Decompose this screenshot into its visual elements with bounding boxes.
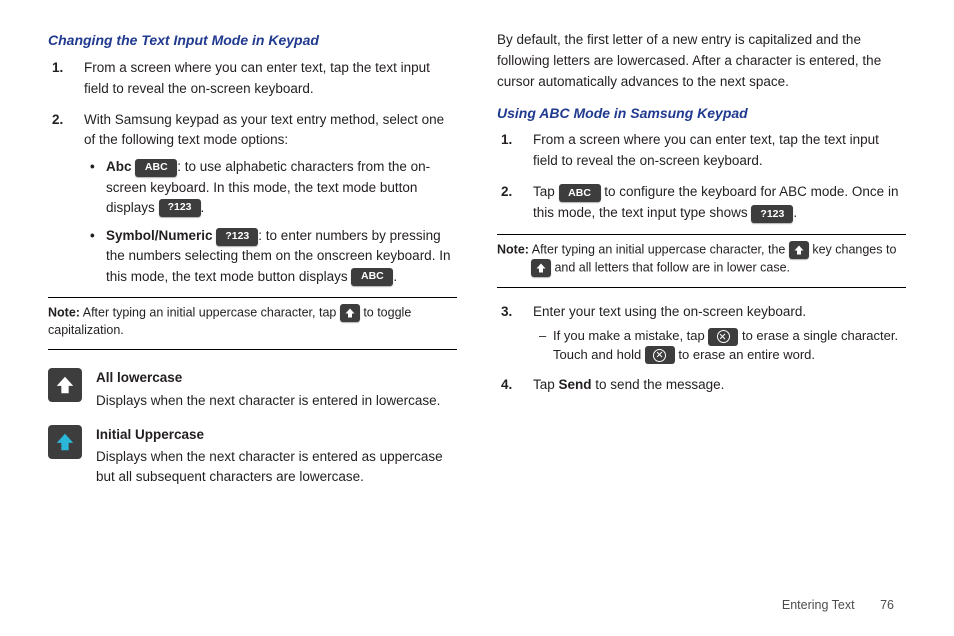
note-right-b: After typing an initial uppercase charac… [529,242,789,256]
shift-icon-small [340,304,360,322]
send-label: Send [559,377,592,392]
left-step-2: 2. With Samsung keypad as your text entr… [76,110,457,287]
note-right-d: and all letters that follow are in lower… [551,260,790,274]
rule-2 [48,349,457,350]
left-step-2-text: With Samsung keypad as your text entry m… [84,112,444,148]
note-label-r: Note: [497,242,529,256]
abc-label: Abc [106,159,132,174]
sub-c: to erase an entire word. [675,347,815,362]
note-right-c: key changes to [809,242,897,256]
all-lower-text: Displays when the next character is ente… [96,393,440,408]
abc-desc-2: . [201,200,205,215]
init-upper-text: Displays when the next character is ente… [96,449,443,484]
note-left: Note: After typing an initial uppercase … [48,302,457,342]
heading-change-mode: Changing the Text Input Mode in Keypad [48,30,457,52]
rule-4 [497,287,906,288]
footer-section: Entering Text [782,598,855,612]
abc-key-icon-r: ABC [559,184,601,202]
backspace-icon [708,328,738,346]
entry-all-lowercase: All lowercase Displays when the next cha… [48,368,457,410]
left-steps: 1. From a screen where you can enter tex… [48,58,457,287]
abc-key-icon-2: ABC [351,268,393,286]
right-step-2c: . [793,205,797,220]
right-step-1: 1. From a screen where you can enter tex… [525,130,906,172]
note-right: Note: After typing an initial uppercase … [497,239,906,279]
left-step-1: 1. From a screen where you can enter tex… [76,58,457,100]
footer: Entering Text 76 [782,598,894,612]
q123-key-icon-r: ?123 [751,205,793,223]
right-step-2: 2. Tap ABC to configure the keyboard for… [525,182,906,224]
left-step-1-text: From a screen where you can enter text, … [84,60,430,96]
shift-icon-small-2 [789,241,809,259]
right-column: By default, the first letter of a new en… [497,30,906,500]
right-steps-b: 3. Enter your text using the on-screen k… [497,302,906,396]
q123-key-icon: ?123 [159,199,201,217]
backspace-icon-2 [645,346,675,364]
step4b: to send the message. [592,377,725,392]
bullet-abc: Abc ABC: to use alphabetic characters fr… [102,157,457,218]
footer-page-number: 76 [880,598,894,612]
abc-key-icon: ABC [135,159,177,177]
right-intro: By default, the first letter of a new en… [497,30,906,93]
rule-3 [497,234,906,235]
left-column: Changing the Text Input Mode in Keypad 1… [48,30,457,500]
sub-a: If you make a mistake, tap [553,328,708,343]
entry-initial-uppercase: Initial Uppercase Displays when the next… [48,425,457,487]
right-step-2a: Tap [533,184,559,199]
init-upper-label: Initial Uppercase [96,425,457,445]
right-step-3: 3. Enter your text using the on-screen k… [525,302,906,365]
rule [48,297,457,298]
right-step-3-text: Enter your text using the on-screen keyb… [533,304,806,319]
shift-white-icon [48,368,82,402]
sym-desc-2: . [393,269,397,284]
right-steps-a: 1. From a screen where you can enter tex… [497,130,906,224]
shift-blue-icon [48,425,82,459]
note-left-b: After typing an initial uppercase charac… [80,305,340,319]
right-substep: If you make a mistake, tap to erase a si… [533,327,906,365]
bullet-symbol: Symbol/Numeric ?123: to enter numbers by… [102,226,457,287]
all-lower-label: All lowercase [96,368,440,388]
q123-key-icon-2: ?123 [216,228,258,246]
heading-abc-mode: Using ABC Mode in Samsung Keypad [497,103,906,125]
shift-icon-small-3 [531,259,551,277]
sym-label: Symbol/Numeric [106,228,213,243]
note-label: Note: [48,305,80,319]
right-step-4: 4. Tap Send to send the message. [525,375,906,396]
right-step-1-text: From a screen where you can enter text, … [533,132,879,168]
step4a: Tap [533,377,559,392]
